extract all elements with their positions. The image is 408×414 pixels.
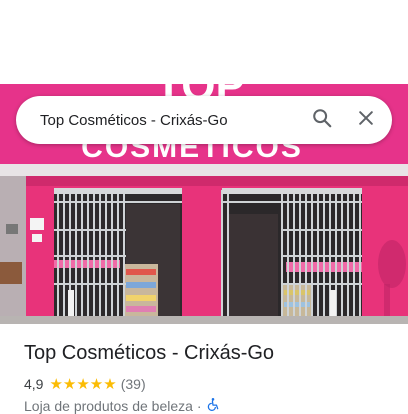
place-category: Loja de produtos de beleza [24,397,193,414]
search-input[interactable] [40,111,296,129]
separator-dot: · [196,397,202,414]
category-row: Loja de produtos de beleza · [24,397,220,414]
place-title: Top Cosméticos - Crixás-Go [24,342,275,364]
wheelchair-icon [206,397,220,414]
rating-value: 4,9 [24,376,44,392]
search-icon [311,107,333,134]
close-icon [356,108,376,133]
rating-row[interactable]: 4,9 ★★★★★ (39) [24,375,146,393]
review-count[interactable]: (39) [121,376,146,392]
clear-search-button[interactable] [348,102,384,138]
rating-stars: ★★★★★ [49,376,117,393]
search-button[interactable] [304,102,340,138]
search-bar[interactable] [16,96,392,144]
